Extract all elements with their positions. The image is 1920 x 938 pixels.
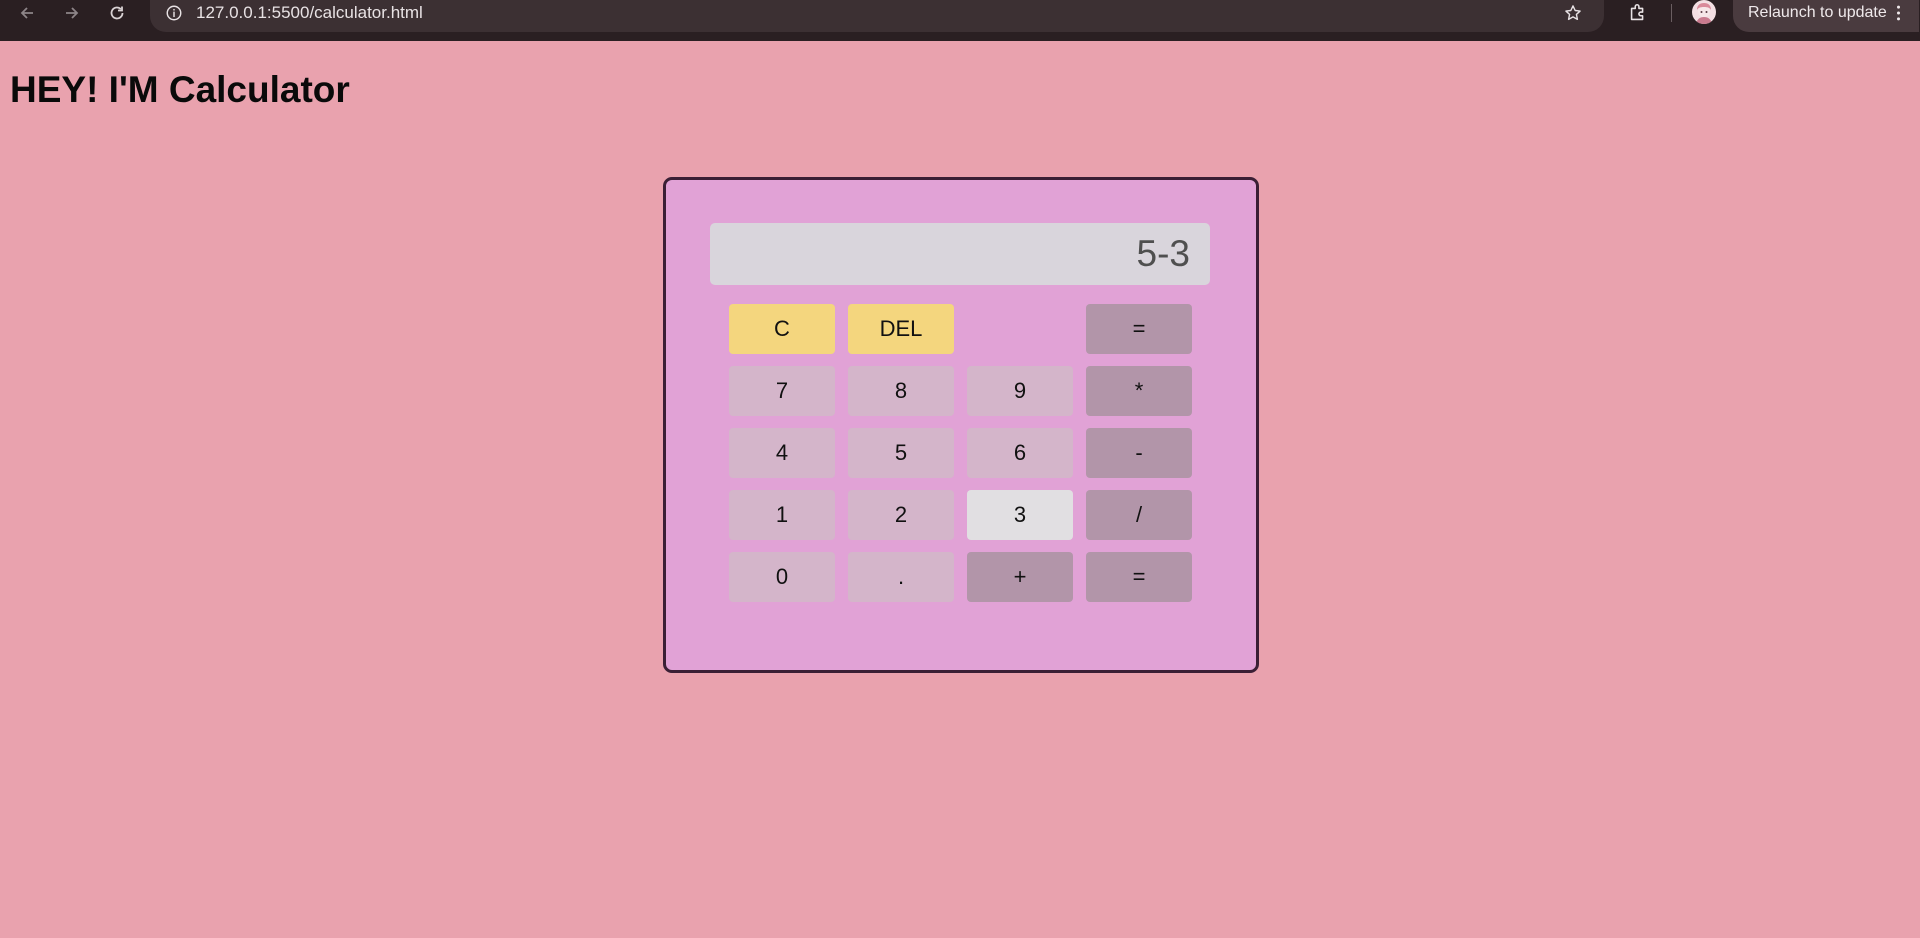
bookmark-star-icon[interactable] xyxy=(1561,1,1585,25)
delete-button[interactable]: DEL xyxy=(848,304,954,354)
decimal-button[interactable]: . xyxy=(848,552,954,602)
keypad-empty-slot xyxy=(967,304,1073,354)
site-info-icon[interactable] xyxy=(164,3,184,23)
digit-8-button[interactable]: 8 xyxy=(848,366,954,416)
display-value: 5-3 xyxy=(1136,233,1190,274)
digit-2-button[interactable]: 2 xyxy=(848,490,954,540)
digit-1-button[interactable]: 1 xyxy=(729,490,835,540)
subtract-button[interactable]: - xyxy=(1086,428,1192,478)
digit-6-button[interactable]: 6 xyxy=(967,428,1073,478)
keypad: C DEL = 7 8 9 * 4 5 6 - 1 2 3 / 0 . + = xyxy=(729,304,1195,602)
digit-3-button[interactable]: 3 xyxy=(967,490,1073,540)
equals-button-bottom[interactable]: = xyxy=(1086,552,1192,602)
digit-4-button[interactable]: 4 xyxy=(729,428,835,478)
reload-icon xyxy=(110,6,124,20)
forward-button[interactable] xyxy=(57,0,87,26)
extensions-puzzle-icon[interactable] xyxy=(1623,0,1653,26)
equals-button-top[interactable]: = xyxy=(1086,304,1192,354)
clear-button[interactable]: C xyxy=(729,304,835,354)
back-button[interactable] xyxy=(12,0,42,26)
arrow-left-icon xyxy=(20,7,33,19)
url-text[interactable]: 127.0.0.1:5500/calculator.html xyxy=(196,3,423,23)
calculator-panel: 5-3 C DEL = 7 8 9 * 4 5 6 - 1 2 3 / 0 . … xyxy=(663,177,1259,673)
relaunch-to-update-button[interactable]: Relaunch to update xyxy=(1733,0,1919,32)
browser-toolbar: 127.0.0.1:5500/calculator.html Relaunch … xyxy=(0,0,1920,41)
page-title: HEY! I'M Calculator xyxy=(10,69,350,110)
more-menu-icon[interactable] xyxy=(1889,2,1907,24)
profile-avatar[interactable] xyxy=(1692,0,1716,24)
arrow-right-icon xyxy=(66,7,79,19)
digit-9-button[interactable]: 9 xyxy=(967,366,1073,416)
multiply-button[interactable]: * xyxy=(1086,366,1192,416)
add-button[interactable]: + xyxy=(967,552,1073,602)
digit-0-button[interactable]: 0 xyxy=(729,552,835,602)
address-bar[interactable]: 127.0.0.1:5500/calculator.html xyxy=(150,0,1604,32)
reload-button[interactable] xyxy=(102,0,132,26)
relaunch-label: Relaunch to update xyxy=(1748,4,1887,21)
digit-7-button[interactable]: 7 xyxy=(729,366,835,416)
digit-5-button[interactable]: 5 xyxy=(848,428,954,478)
toolbar-divider xyxy=(1671,4,1672,22)
divide-button[interactable]: / xyxy=(1086,490,1192,540)
calculator-display: 5-3 xyxy=(710,223,1210,285)
